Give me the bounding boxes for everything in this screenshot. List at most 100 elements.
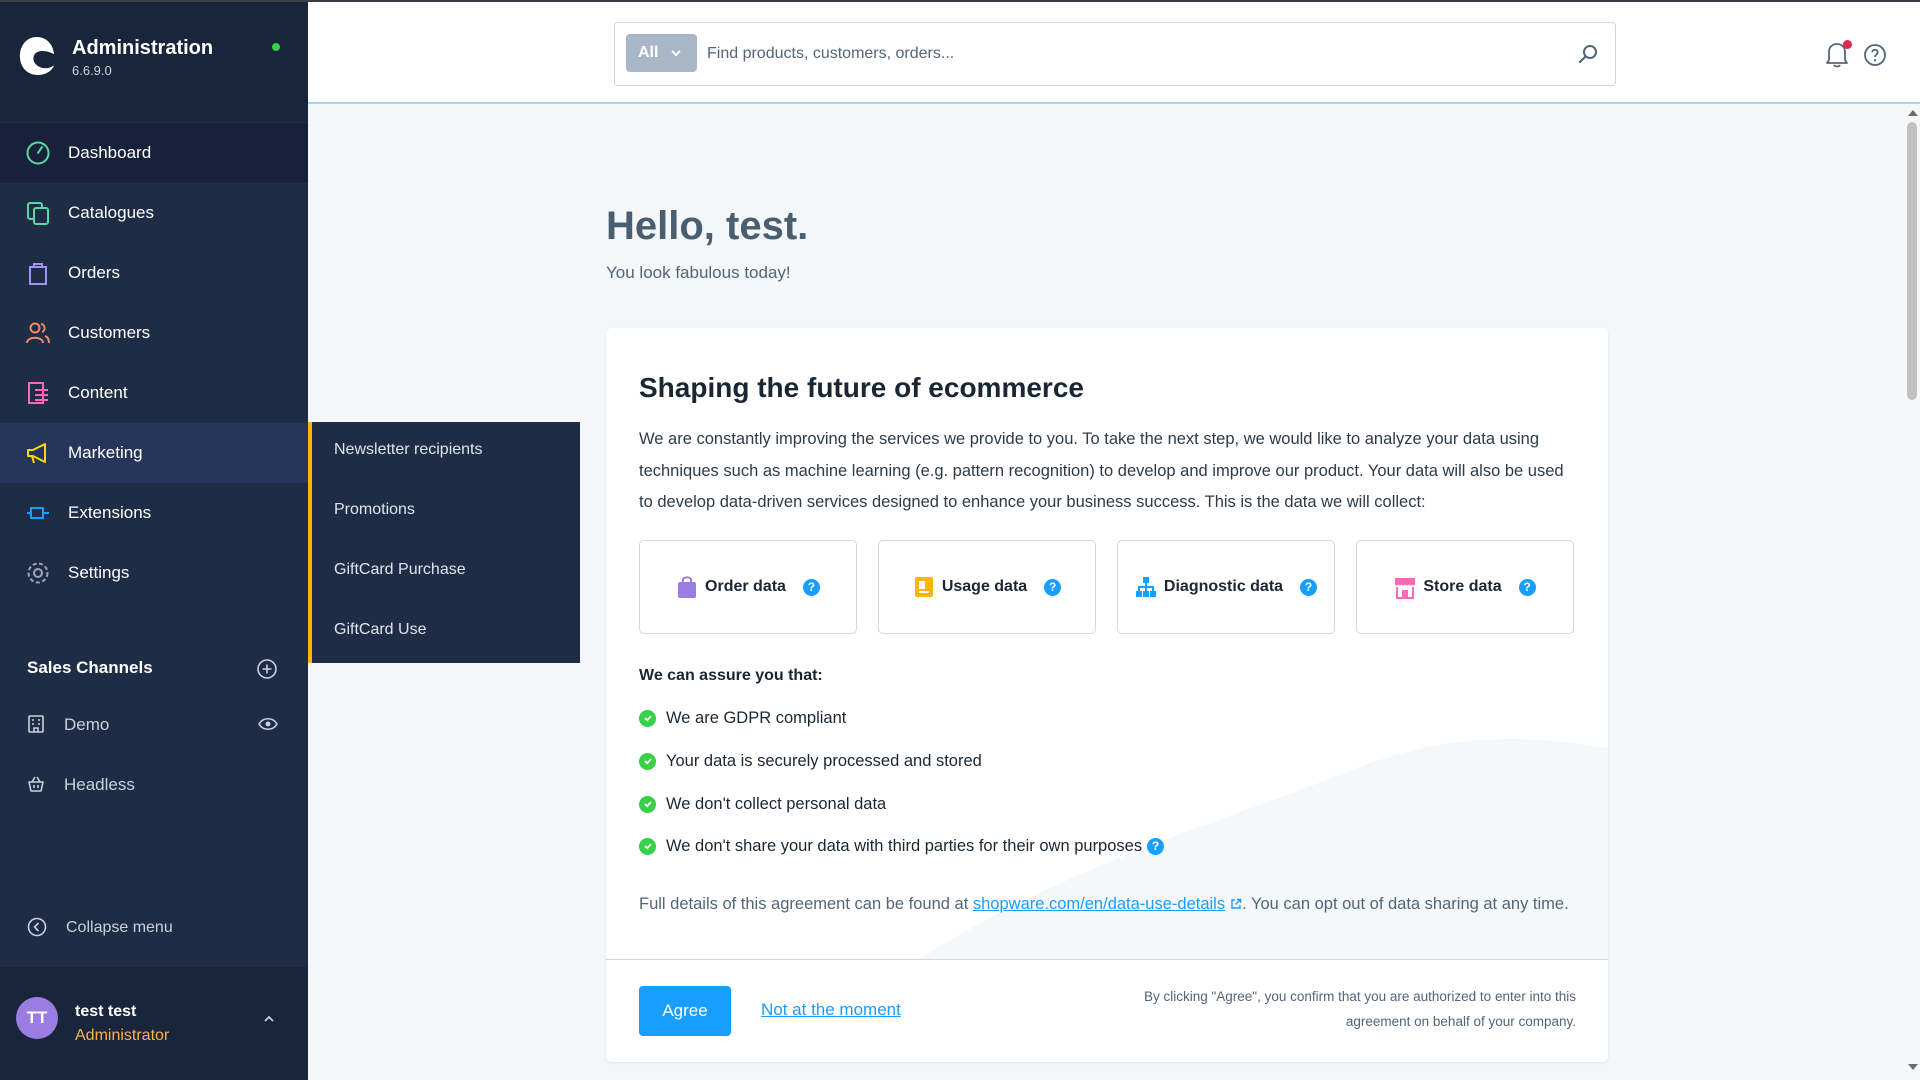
agree-button[interactable]: Agree	[639, 986, 731, 1036]
flyout-item-label: GiftCard Use	[334, 621, 427, 638]
assurance-item: We don't share your data with third part…	[639, 834, 1165, 858]
sidebar-item-settings[interactable]: Settings	[0, 543, 308, 603]
user-role: Administrator	[75, 1027, 170, 1044]
assurance-item: We don't collect personal data	[639, 792, 886, 816]
sidebar: Administration 6.6.9.0 Dashboard Catalog…	[0, 0, 308, 1080]
user-menu[interactable]: TT test test Administrator	[0, 967, 308, 1080]
data-sharing-card: Shaping the future of ecommerce We are c…	[606, 328, 1608, 1062]
topbar: All	[308, 0, 1920, 104]
tile-label: Order data	[705, 578, 786, 595]
dashboard-icon	[26, 141, 50, 165]
page-title: Hello, test.	[606, 204, 809, 248]
flyout-item-giftcard-purchase[interactable]: GiftCard Purchase	[312, 542, 580, 602]
tile-label: Store data	[1423, 578, 1502, 595]
extensions-icon	[27, 507, 49, 519]
settings-icon	[27, 562, 49, 584]
data-tile-usage[interactable]: Usage data ?	[878, 540, 1096, 634]
orders-icon	[29, 263, 47, 285]
scroll-down-arrow-icon[interactable]	[1908, 1064, 1918, 1070]
help-badge-icon[interactable]: ?	[1300, 578, 1318, 596]
data-tile-order[interactable]: Order data ?	[639, 540, 857, 634]
eye-icon[interactable]	[258, 716, 278, 732]
page-scrollbar[interactable]	[1904, 104, 1920, 1080]
sidebar-item-dashboard[interactable]: Dashboard	[0, 123, 308, 183]
help-badge-icon[interactable]: ?	[1044, 578, 1062, 596]
app-version: 6.6.9.0	[72, 63, 112, 78]
sidebar-item-extensions[interactable]: Extensions	[0, 483, 308, 543]
sidebar-item-label: Settings	[68, 563, 130, 582]
avatar: TT	[16, 997, 58, 1039]
chevron-up-icon[interactable]	[262, 1014, 276, 1024]
chevron-left-circle-icon	[27, 917, 47, 937]
sidebar-item-label: Extensions	[68, 503, 152, 522]
catalogue-icon	[27, 202, 49, 225]
sales-channel-label: Headless	[64, 775, 135, 794]
confirm-notice: By clicking "Agree", you confirm that yo…	[1143, 989, 1576, 1029]
details-link-text: shopware.com/en/data-use-details	[972, 895, 1226, 913]
help-icon[interactable]	[1863, 43, 1887, 67]
assurance-text: We don't share your data with third part…	[666, 836, 1143, 855]
flyout-item-label: Promotions	[334, 501, 415, 518]
store-icon	[1395, 578, 1416, 599]
sidebar-item-label: Dashboard	[68, 143, 152, 162]
card-title: Shaping the future of ecommerce	[639, 372, 1084, 403]
flyout-item-newsletter-recipients[interactable]: Newsletter recipients	[312, 422, 580, 482]
sidebar-item-catalogues[interactable]: Catalogues	[0, 183, 308, 243]
shopware-logo-icon	[19, 37, 55, 75]
check-circle-icon	[639, 837, 656, 855]
flyout-item-giftcard-use[interactable]: GiftCard Use	[312, 602, 580, 662]
search-icon[interactable]	[1577, 43, 1599, 65]
search-type-label: All	[638, 44, 659, 61]
scroll-thumb[interactable]	[1907, 122, 1917, 400]
sales-channels-title: Sales Channels	[27, 658, 153, 677]
data-tile-store[interactable]: Store data ?	[1356, 540, 1574, 634]
data-tile-diagnostic[interactable]: Diagnostic data ?	[1117, 540, 1335, 634]
sidebar-item-orders[interactable]: Orders	[0, 243, 308, 303]
scroll-up-arrow-icon[interactable]	[1908, 110, 1918, 116]
search-input[interactable]	[707, 35, 1557, 73]
check-circle-icon	[639, 795, 656, 813]
sidebar-item-label: Customers	[68, 323, 151, 342]
assurance-title: We can assure you that:	[639, 667, 823, 684]
sidebar-item-marketing[interactable]: Marketing	[0, 423, 308, 483]
assurance-text: We don't collect personal data	[666, 794, 887, 813]
flyout-item-label: Newsletter recipients	[334, 441, 483, 458]
external-link-icon	[1231, 898, 1242, 909]
usage-icon	[914, 577, 933, 597]
sales-channel-headless[interactable]: Headless	[0, 760, 308, 810]
help-badge-icon[interactable]: ?	[1518, 578, 1536, 596]
help-badge-icon[interactable]: ?	[802, 578, 820, 596]
not-at-the-moment-link[interactable]: Not at the moment	[761, 1000, 901, 1020]
data-use-details-link[interactable]: shopware.com/en/data-use-details	[973, 895, 1242, 913]
flyout-item-promotions[interactable]: Promotions	[312, 482, 580, 542]
assurance-item: We are GDPR compliant	[639, 706, 846, 730]
shopping-bag-icon	[678, 576, 697, 598]
sidebar-item-customers[interactable]: Customers	[0, 303, 308, 363]
help-badge-icon[interactable]: ?	[1147, 837, 1165, 855]
sidebar-item-content[interactable]: Content	[0, 363, 308, 423]
assurance-text: Your data is securely processed and stor…	[666, 751, 982, 770]
details-prefix: Full details of this agreement can be fo…	[639, 895, 973, 913]
page-subtitle: You look fabulous today!	[606, 263, 791, 282]
check-circle-icon	[639, 709, 656, 727]
tile-label: Usage data	[941, 578, 1028, 595]
search-type-select[interactable]: All	[626, 34, 697, 72]
flyout-item-label: GiftCard Purchase	[334, 561, 466, 578]
chevron-down-icon	[671, 50, 681, 57]
assurance-text: We are GDPR compliant	[666, 708, 847, 727]
details-suffix: . You can opt out of data sharing at any…	[1242, 895, 1569, 913]
collapse-menu-button[interactable]: Collapse menu	[0, 902, 308, 952]
status-indicator	[272, 43, 280, 51]
sales-channel-demo[interactable]: Demo	[0, 700, 308, 750]
check-circle-icon	[639, 752, 656, 770]
sales-channel-label: Demo	[64, 715, 110, 734]
basket-icon	[28, 776, 44, 792]
add-sales-channel-icon[interactable]	[256, 658, 278, 680]
customers-icon	[26, 322, 50, 344]
sidebar-item-label: Orders	[68, 263, 120, 282]
collapse-menu-label: Collapse menu	[66, 919, 173, 936]
sidebar-item-label: Marketing	[68, 443, 143, 462]
user-name: test test	[75, 1003, 137, 1020]
marketing-flyout: Newsletter recipients Promotions GiftCar…	[308, 422, 580, 663]
sidebar-item-label: Catalogues	[68, 203, 155, 222]
